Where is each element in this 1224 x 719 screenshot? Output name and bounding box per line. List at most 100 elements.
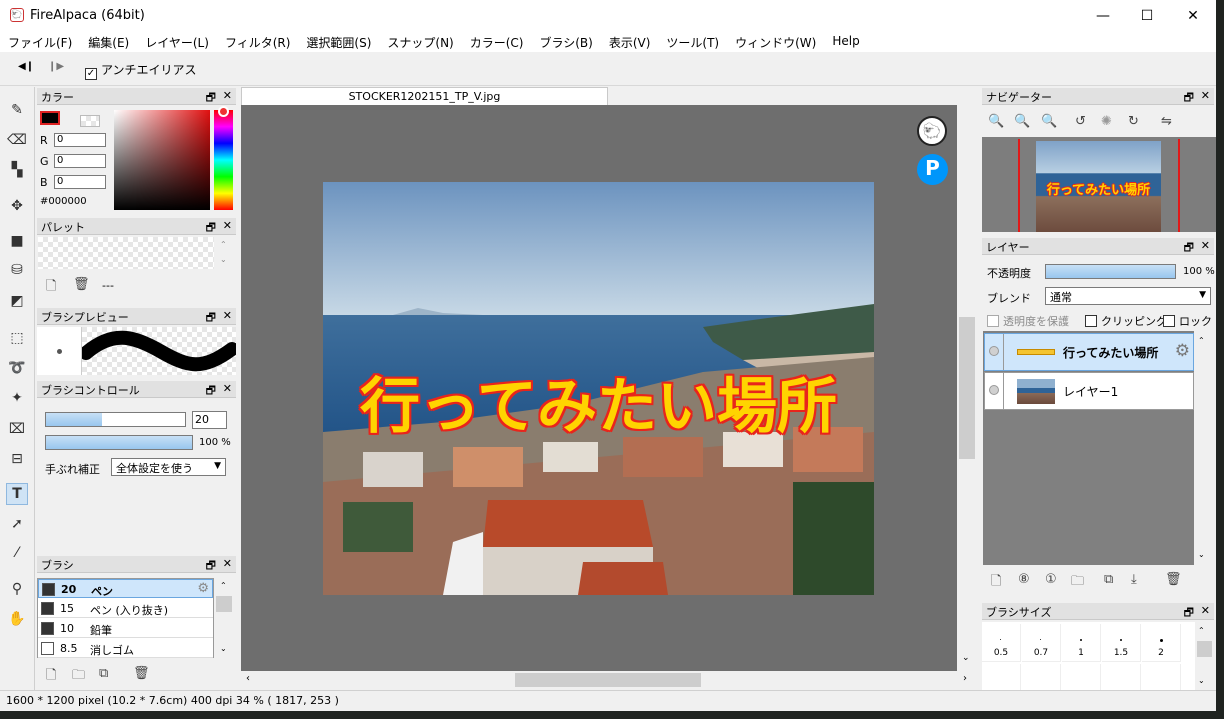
gear-icon[interactable]: ⚙ (197, 581, 209, 596)
layer-row-text[interactable]: 行ってみたい場所 ⚙ (984, 333, 1194, 371)
duplicate-brush-icon[interactable]: ⧉ (99, 666, 108, 681)
zoom-out-icon[interactable]: 🔍 (1014, 114, 1030, 129)
visibility-icon[interactable] (989, 385, 999, 395)
size-scroll-down-icon[interactable]: ⌄ (1198, 676, 1205, 685)
brush-item-pencil[interactable]: 10 鉛筆 (38, 619, 213, 638)
size-cell[interactable]: 2 (1142, 624, 1181, 662)
close-button[interactable]: ✕ (1170, 0, 1216, 32)
protect-alpha-checkbox[interactable]: 透明度を保護 (987, 313, 1069, 329)
primary-color-swatch[interactable] (40, 111, 60, 125)
move-icon[interactable]: ✥ (6, 195, 28, 217)
select-eraser-icon[interactable]: ⊟ (6, 448, 28, 470)
lock-checkbox[interactable]: ロック (1163, 313, 1212, 329)
bucket-icon[interactable]: ⛁ (6, 259, 28, 281)
menu-selection[interactable]: 選択範囲(S) (298, 32, 379, 52)
delete-palette-icon[interactable]: 🗑 (73, 277, 90, 292)
duplicate-layer-icon[interactable]: ⧉ (1104, 572, 1113, 587)
brush-list-scrollbar[interactable] (216, 596, 232, 612)
rotate-left-icon[interactable]: ↺ (1075, 114, 1086, 129)
float-icon[interactable]: 🗗 (1184, 239, 1194, 258)
folder-icon[interactable]: 🗀 (72, 666, 85, 688)
select-pen-icon[interactable]: ⌧ (6, 418, 28, 440)
zoom-reset-icon[interactable]: 🔍 (1041, 114, 1057, 129)
brush-item-eraser[interactable]: 8.5 消しゴム (38, 639, 213, 658)
hand-icon[interactable]: ✋ (6, 608, 28, 630)
hue-slider[interactable] (214, 110, 233, 210)
eraser-icon[interactable]: ⌫ (6, 129, 28, 151)
size-cell[interactable]: 0.5 (982, 624, 1021, 662)
pixiv-icon[interactable]: P (917, 154, 948, 185)
blur-icon[interactable]: ⁄ (6, 542, 28, 564)
menu-brush[interactable]: ブラシ(B) (531, 32, 600, 52)
close-icon[interactable]: ✕ (223, 89, 232, 102)
brush-item-pen[interactable]: 20 ペン ⚙ (38, 579, 213, 598)
close-icon[interactable]: ✕ (223, 219, 232, 232)
float-icon[interactable]: 🗗 (206, 219, 216, 238)
prev-icon[interactable]: ◀❙ (18, 61, 34, 72)
dot-icon[interactable]: ▚ (6, 159, 28, 181)
maximize-button[interactable]: ☐ (1124, 0, 1170, 32)
g-input[interactable]: 0 (54, 154, 106, 168)
gear-icon[interactable]: ⚙ (1175, 341, 1190, 361)
layer-row-image[interactable]: レイヤー1 (984, 372, 1194, 410)
palette-scroll-down-icon[interactable]: ⌄ (220, 255, 227, 264)
delete-brush-icon[interactable]: 🗑 (133, 666, 150, 681)
antialias-checkbox[interactable]: ✓ アンチエイリアス (85, 61, 197, 80)
float-icon[interactable]: 🗗 (206, 309, 216, 328)
document-canvas[interactable]: 行ってみたい場所 (323, 182, 874, 595)
menu-snap[interactable]: スナップ(N) (379, 32, 461, 52)
size-cell[interactable]: 1.5 (1102, 624, 1141, 662)
rotate-reset-icon[interactable]: ✺ (1101, 114, 1112, 129)
size-scroll-thumb[interactable] (1197, 641, 1212, 657)
menu-edit[interactable]: 編集(E) (80, 32, 137, 52)
menu-help[interactable]: Help (824, 32, 867, 52)
new-palette-icon[interactable]: 🗋 (46, 277, 56, 299)
rotate-right-icon[interactable]: ↻ (1128, 114, 1139, 129)
size-cell[interactable] (1142, 664, 1181, 690)
float-icon[interactable]: 🗗 (206, 557, 216, 576)
menu-layer[interactable]: レイヤー(L) (137, 32, 217, 52)
size-cell[interactable]: 0.7 (1022, 624, 1061, 662)
close-icon[interactable]: ✕ (223, 309, 232, 322)
brush-size-slider[interactable] (45, 412, 186, 427)
float-icon[interactable]: 🗗 (1184, 89, 1194, 108)
size-cell[interactable]: 1 (1062, 624, 1101, 662)
menu-filter[interactable]: フィルタ(R) (217, 32, 298, 52)
layer-scroll-down-icon[interactable]: ⌄ (1198, 550, 1205, 559)
secondary-color-swatch[interactable] (80, 115, 100, 127)
saturation-value-picker[interactable] (114, 110, 210, 210)
horizontal-scroll-thumb[interactable] (515, 673, 701, 687)
float-icon[interactable]: 🗗 (206, 382, 216, 401)
brush-item-pen-taper[interactable]: 15 ペン (入り抜き) (38, 599, 213, 618)
magic-wand-icon[interactable]: ✦ (6, 387, 28, 409)
minimize-button[interactable]: — (1080, 0, 1126, 32)
float-icon[interactable]: 🗗 (1184, 604, 1194, 623)
delete-layer-icon[interactable]: 🗑 (1165, 572, 1182, 587)
size-cell[interactable] (1022, 664, 1061, 690)
clipping-checkbox[interactable]: クリッピング (1085, 313, 1167, 329)
document-tab[interactable]: STOCKER1202151_TP_V.jpg (241, 87, 608, 105)
text-icon[interactable]: T (6, 483, 28, 505)
eyedropper-icon[interactable]: ⚲ (6, 578, 28, 600)
palette-swatches[interactable] (38, 237, 214, 269)
canvas-horizontal-scrollbar[interactable]: ‹ › (241, 671, 967, 689)
next-icon[interactable]: ❙▶ (48, 61, 64, 72)
canvas-vertical-scrollbar[interactable]: ⌄ (957, 105, 979, 671)
fill-rect-icon[interactable]: ■ (6, 230, 28, 252)
layer-scroll-up-icon[interactable]: ⌃ (1198, 336, 1205, 345)
navigator-preview[interactable]: 行ってみたい場所 (982, 137, 1216, 232)
zoom-in-icon[interactable]: 🔍 (988, 114, 1004, 129)
menu-tool[interactable]: ツール(T) (658, 32, 727, 52)
b-input[interactable]: 0 (54, 175, 106, 189)
layer-opacity-slider[interactable] (1045, 264, 1176, 279)
scroll-down-icon[interactable]: ⌄ (962, 653, 970, 663)
select-rect-icon[interactable]: ⬚ (6, 327, 28, 349)
scroll-right-icon[interactable]: › (963, 673, 967, 684)
lasso-icon[interactable]: ➰ (6, 357, 28, 379)
scroll-up-icon[interactable]: ⌃ (220, 581, 227, 590)
size-cell[interactable] (1102, 664, 1141, 690)
close-icon[interactable]: ✕ (223, 557, 232, 570)
new-8bit-layer-icon[interactable]: ⑧ (1018, 572, 1030, 587)
close-icon[interactable]: ✕ (1201, 89, 1210, 102)
hue-handle[interactable] (218, 106, 229, 117)
